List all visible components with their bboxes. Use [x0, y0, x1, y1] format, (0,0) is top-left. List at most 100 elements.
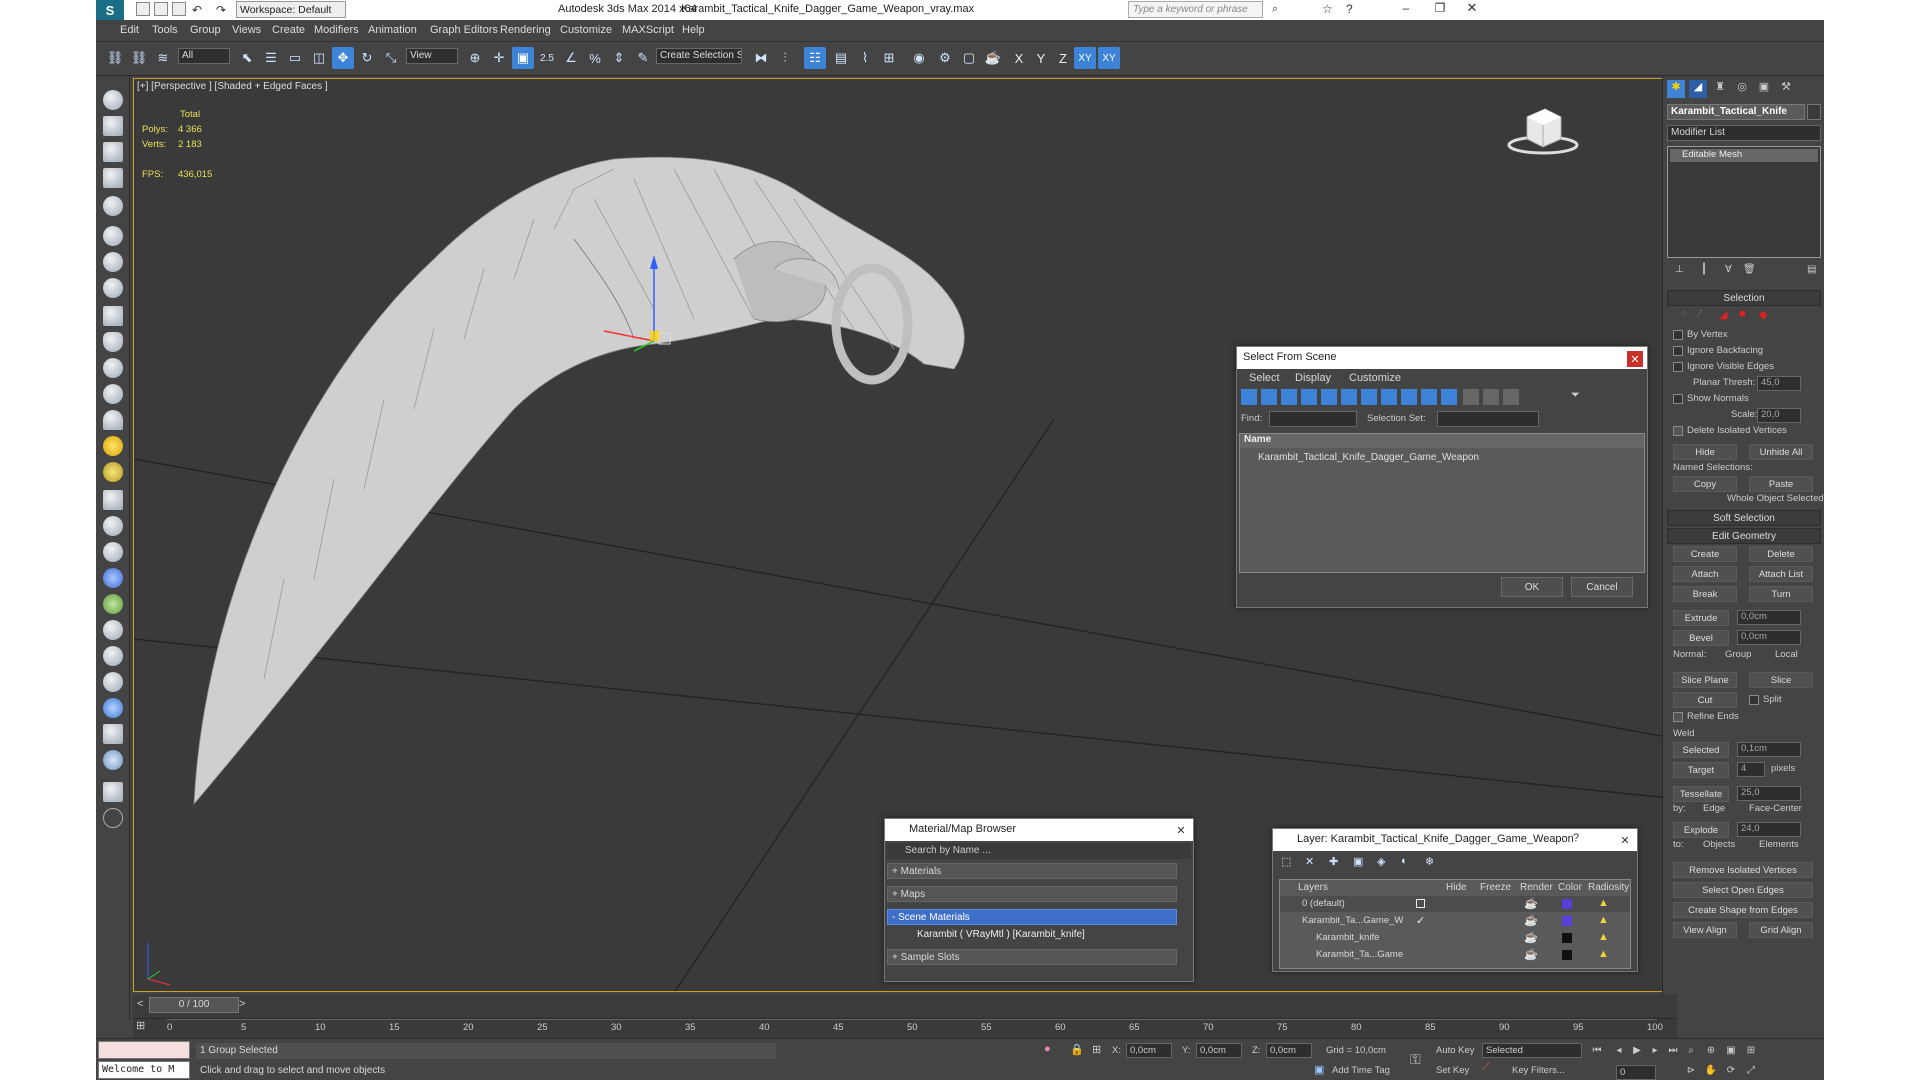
- zoom-extents-icon[interactable]: ▣: [1724, 1043, 1738, 1057]
- sample-slots-group[interactable]: + Sample Slots: [887, 949, 1177, 965]
- layer-manager-icon[interactable]: ☷: [804, 47, 826, 69]
- motion-tab-icon[interactable]: ◎: [1733, 80, 1751, 98]
- filter-bones-icon[interactable]: [1401, 389, 1417, 405]
- workspace-dropdown[interactable]: Workspace: Default: [236, 1, 346, 18]
- set-key-button[interactable]: Set Key: [1436, 1065, 1469, 1076]
- select-by-name-icon[interactable]: ☰: [260, 47, 282, 69]
- pan-icon[interactable]: ✋: [1704, 1063, 1718, 1077]
- add-to-layer-icon[interactable]: ✚: [1329, 855, 1338, 868]
- attach-button[interactable]: Attach: [1673, 566, 1737, 582]
- attach-list-button[interactable]: Attach List: [1749, 566, 1813, 582]
- layer-col-hide[interactable]: Hide: [1446, 882, 1467, 893]
- weld-target-button[interactable]: Target: [1673, 762, 1729, 778]
- dynamics-icon[interactable]: [103, 516, 123, 536]
- hide-all-layers-icon[interactable]: ◐: [1401, 855, 1408, 867]
- layer-color-swatch[interactable]: [1562, 899, 1572, 909]
- goto-start-icon[interactable]: ⏮: [1590, 1043, 1604, 1057]
- paste-button[interactable]: Paste: [1749, 476, 1813, 492]
- configure-sets-icon[interactable]: ▤: [1807, 264, 1816, 275]
- menu-help[interactable]: Help: [682, 24, 705, 36]
- tessellate-button[interactable]: Tessellate: [1673, 786, 1729, 802]
- edit-geometry-rollout-header[interactable]: Edit Geometry: [1667, 528, 1821, 544]
- polygon-level-icon[interactable]: ■: [1739, 308, 1746, 320]
- plane-icon[interactable]: [103, 332, 123, 352]
- layer-radiosity-icon[interactable]: ▲: [1598, 931, 1609, 943]
- highlight-layer-icon[interactable]: ◈: [1377, 855, 1385, 868]
- layer-color-swatch[interactable]: [1562, 933, 1572, 943]
- explode-objects-radio[interactable]: Objects: [1703, 839, 1735, 850]
- menu-group[interactable]: Group: [190, 24, 221, 36]
- menu-edit[interactable]: Edit: [120, 24, 139, 36]
- field-of-view-icon[interactable]: ⊳: [1684, 1063, 1698, 1077]
- menu-tools[interactable]: Tools: [152, 24, 178, 36]
- filter-shapes-icon[interactable]: [1261, 389, 1277, 405]
- object-name-field[interactable]: Karambit_Tactical_Knife: [1667, 104, 1805, 120]
- select-rotate-icon[interactable]: ↻: [356, 47, 378, 69]
- axis-y-button[interactable]: Y: [1030, 47, 1052, 69]
- filter-none-icon[interactable]: [1483, 389, 1499, 405]
- new-file-icon[interactable]: [136, 2, 150, 16]
- maxscript-output[interactable]: Welcome to M: [98, 1061, 190, 1079]
- object-list-item[interactable]: Karambit_Tactical_Knife_Dagger_Game_Weap…: [1258, 452, 1479, 463]
- grid-align-button[interactable]: Grid Align: [1749, 922, 1813, 938]
- find-input[interactable]: [1269, 411, 1357, 427]
- spinner-snap-icon[interactable]: ⇕: [608, 47, 630, 69]
- info-icon[interactable]: [103, 750, 123, 770]
- select-open-edges-button[interactable]: Select Open Edges: [1673, 882, 1813, 898]
- scene-explorer-icon[interactable]: [103, 142, 123, 162]
- hide-button[interactable]: Hide: [1673, 444, 1737, 460]
- bind-space-warp-icon[interactable]: ≋: [152, 47, 174, 69]
- weld-selected-spinner[interactable]: 0,1cm: [1737, 742, 1801, 757]
- current-frame-field[interactable]: 0: [1616, 1065, 1656, 1080]
- reference-coordinate-dropdown[interactable]: View: [406, 48, 458, 64]
- bevel-spinner[interactable]: 0,0cm: [1737, 630, 1801, 645]
- cancel-button[interactable]: Cancel: [1571, 577, 1633, 597]
- filter-helpers-icon[interactable]: [1321, 389, 1337, 405]
- hand-icon[interactable]: [103, 252, 123, 272]
- cloth-icon[interactable]: [103, 646, 123, 666]
- open-file-icon[interactable]: [154, 2, 168, 16]
- selection-lock-icon[interactable]: 🔒: [1070, 1043, 1084, 1056]
- render-setup-icon[interactable]: ⚙: [934, 47, 956, 69]
- axis-xy-cycle-button[interactable]: XY: [1098, 47, 1120, 69]
- copy-button[interactable]: Copy: [1673, 476, 1737, 492]
- blue-sphere-icon[interactable]: [103, 698, 123, 718]
- create-tab-icon[interactable]: ✱: [1667, 80, 1685, 98]
- rect-selection-icon[interactable]: ▭: [284, 47, 306, 69]
- view-align-button[interactable]: View Align: [1673, 922, 1737, 938]
- layer-radiosity-icon[interactable]: ▲: [1598, 897, 1609, 909]
- minimize-button[interactable]: –: [1396, 1, 1416, 15]
- scripting-icon[interactable]: [103, 782, 123, 802]
- layer-radiosity-icon[interactable]: ▲: [1598, 948, 1609, 960]
- viewport-label[interactable]: [+] [Perspective ] [Shaded + Edged Faces…: [137, 81, 328, 92]
- planar-thresh-spinner[interactable]: 45,0: [1757, 376, 1801, 391]
- show-normals-checkbox[interactable]: [1673, 394, 1683, 404]
- layer-row[interactable]: Karambit_knife ☕ ▲: [1280, 930, 1630, 946]
- menu-rendering[interactable]: Rendering: [500, 24, 551, 36]
- selection-rollout-header[interactable]: Selection: [1667, 290, 1821, 306]
- freeze-all-layers-icon[interactable]: ❄: [1425, 855, 1434, 868]
- filter-all-icon[interactable]: [1463, 389, 1479, 405]
- time-slider[interactable]: < 0 / 100 >: [133, 994, 1677, 1018]
- link-icon[interactable]: ⛓: [104, 47, 126, 69]
- hierarchy-tab-icon[interactable]: ♜: [1711, 80, 1729, 98]
- maximize-button[interactable]: ❐: [1430, 1, 1450, 15]
- layer-render-icon[interactable]: ☕: [1524, 948, 1538, 961]
- help-icon[interactable]: ?: [1346, 2, 1353, 16]
- time-slider-next[interactable]: >: [239, 998, 245, 1010]
- materials-group[interactable]: + Materials: [887, 863, 1177, 879]
- soft-selection-rollout-header[interactable]: Soft Selection: [1667, 510, 1821, 526]
- axis-xy-button[interactable]: XY: [1074, 47, 1096, 69]
- hair-icon[interactable]: [103, 620, 123, 640]
- layer-active-icon[interactable]: [1416, 899, 1425, 908]
- crowd-icon[interactable]: [103, 672, 123, 692]
- delete-button[interactable]: Delete: [1749, 546, 1813, 562]
- zoom-icon[interactable]: ⌕: [1684, 1043, 1698, 1057]
- layer-color-swatch[interactable]: [1562, 916, 1572, 926]
- layer-col-freeze[interactable]: Freeze: [1480, 882, 1511, 893]
- layer-manager-close-button[interactable]: ✕: [1617, 832, 1633, 848]
- modifier-stack-item[interactable]: Editable Mesh: [1670, 149, 1818, 162]
- menu-graph-editors[interactable]: Graph Editors: [430, 24, 498, 36]
- material-editor-icon[interactable]: ◉: [908, 47, 930, 69]
- render-icon[interactable]: [103, 278, 123, 298]
